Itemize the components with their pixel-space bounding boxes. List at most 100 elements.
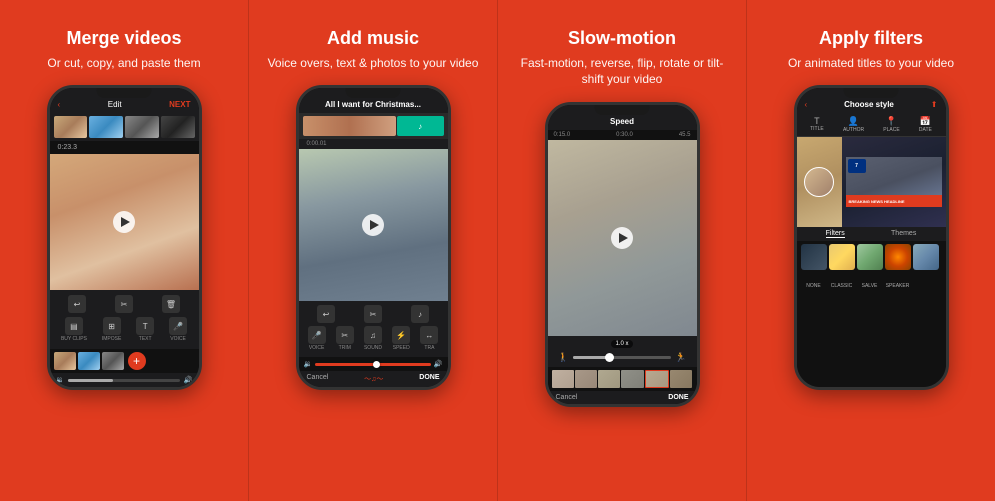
filter-labels-row: NONE CLASSIC SALVE SPEAKER [797,273,946,296]
music-song-title: All I want for Christmas... [325,100,421,109]
music-label-row: 🎤 VOICE ✂ TRIM ♫ SOUND ⚡ SPEED [303,326,444,351]
notch-slowmotion [595,105,650,115]
phone-music: All I want for Christmas... ♪ 0:00.01 ↩ [296,85,451,390]
merge-ctrl-row: ↩ ✂ 🗑 [54,295,195,313]
tab-themes-btn[interactable]: Themes [891,230,916,238]
filter-share-btn[interactable]: ⬆ [931,100,938,109]
film-1 [552,370,574,388]
tab-title-lbl: TITLE [810,126,824,132]
film-3 [598,370,620,388]
music-note[interactable]: ♪ [411,305,429,323]
ctrl-speed[interactable]: ⚡ SPEED [392,326,410,351]
ctrl-undo[interactable]: ↩ [68,295,86,313]
slider-track[interactable] [573,356,672,359]
film-5 [645,370,669,388]
clips-label: BUY CLIPS [61,336,87,342]
ctrl-tra[interactable]: ↔ TRA [420,326,438,351]
panel-slowmotion-subtitle: Fast-motion, reverse, flip, rotate or ti… [510,55,734,89]
ruler-2: 45.5 [679,132,691,138]
notch-filters [844,88,899,98]
ctrl-sound[interactable]: ♫ SOUND [364,326,382,351]
ctrl-trim[interactable]: ✂ TRIM [336,326,354,351]
music-waveform: 〜♫〜 [364,374,383,384]
filter-items-row [797,241,946,273]
clips-icon: ▤ [65,317,83,335]
music-play-btn[interactable] [362,214,384,236]
undo-icon: ↩ [68,295,86,313]
merge-controls: ↩ ✂ 🗑 ▤ BUY CLIPS ⊞ I [50,290,199,349]
tab-place[interactable]: 📍 PLACE [883,116,899,133]
ctrl-text[interactable]: T TEXT [136,317,154,342]
merge-timeline [50,113,199,141]
filter-none-lbl: NONE [801,274,827,292]
news-badge: 7 [848,159,866,173]
screen-music: All I want for Christmas... ♪ 0:00.01 ↩ [299,88,448,387]
music-done-btn[interactable]: DONE [419,374,439,384]
panel-merge-subtitle: Or cut, copy, and paste them [47,55,200,72]
music-audio-bar: 🔉 🔊 [299,357,448,371]
strip-thumb-3 [102,352,124,370]
screen-slowmotion: Speed 0:15.0 0:30.0 45.5 1.0 x 🚶 [548,105,697,404]
ctrl-delete[interactable]: 🗑 [162,295,180,313]
merge-play-btn[interactable] [113,211,135,233]
audio-high-icon: 🔊 [434,360,443,368]
sound-icon: ♫ [364,326,382,344]
panel-slowmotion: Slow-motion Fast-motion, reverse, flip, … [497,0,746,501]
music-timecode: 0:00.01 [299,139,448,149]
title-icon: T [814,116,820,126]
tab-author[interactable]: 👤 AUTHOR [843,116,864,133]
play-icon-2 [370,220,379,230]
slow-play-btn[interactable] [611,227,633,249]
trim-label: TRIM [339,345,351,351]
slow-done-btn[interactable]: DONE [668,394,688,401]
tab-author-lbl: AUTHOR [843,127,864,133]
music-undo[interactable]: ↩ [317,305,335,323]
film-2 [575,370,597,388]
music-cancel-btn[interactable]: Cancel [307,374,329,384]
panel-merge: Merge videos Or cut, copy, and paste the… [0,0,248,501]
filter-anchor-panel: 7 BREAKING NEWS HEADLINE [842,137,946,227]
dog-image [804,167,834,197]
ctrl-voice2[interactable]: 🎤 VOICE [308,326,326,351]
filter-salve-lbl: SALVE [857,274,883,292]
filter-none[interactable] [801,244,827,270]
music-tl-video [303,116,396,136]
vol-fill [68,379,113,382]
slow-title: Speed [610,117,634,126]
strip-add-btn[interactable]: + [128,352,146,370]
ctrl-cut[interactable]: ✂ [115,295,133,313]
ctrl-buyclips[interactable]: ▤ BUY CLIPS [61,317,87,342]
lower-third: BREAKING NEWS HEADLINE [846,195,942,207]
thumb-3 [125,116,159,138]
ctrl-impose[interactable]: ⊞ IMPOSE [102,317,121,342]
tab-date[interactable]: 📅 DATE [919,116,932,133]
filter-speaker[interactable] [913,244,939,270]
film-6 [670,370,692,388]
audio-track[interactable] [315,363,431,366]
merge-next-btn[interactable]: NEXT [169,100,190,109]
vol-low-icon: 🔉 [56,376,65,384]
voice-label-2: VOICE [309,345,325,351]
delete-icon: 🗑 [162,295,180,313]
vol-bar[interactable] [68,379,180,382]
slow-video [548,140,697,336]
slow-cancel-btn[interactable]: Cancel [556,394,578,401]
filter-salve[interactable] [857,244,883,270]
filter-title: Choose style [844,100,894,109]
tab-title[interactable]: T TITLE [810,116,824,133]
merge-back[interactable]: ‹ [58,100,61,109]
filter-fire[interactable] [885,244,911,270]
filter-back-btn[interactable]: ‹ [805,100,808,109]
ctrl-voice[interactable]: 🎤 VOICE [169,317,187,342]
tab-filters-btn[interactable]: Filters [826,230,845,238]
filter-classic[interactable] [829,244,855,270]
cut-icon: ✂ [115,295,133,313]
filter-speaker-lbl: SPEAKER [885,274,911,292]
slow-filmstrip [548,367,697,391]
merge-video [50,154,199,290]
audio-playhead [373,361,380,368]
music-cut[interactable]: ✂ [364,305,382,323]
speed-slider[interactable]: 🚶 🏃 [552,352,693,363]
music-video [299,149,448,301]
thumb-2 [89,116,123,138]
